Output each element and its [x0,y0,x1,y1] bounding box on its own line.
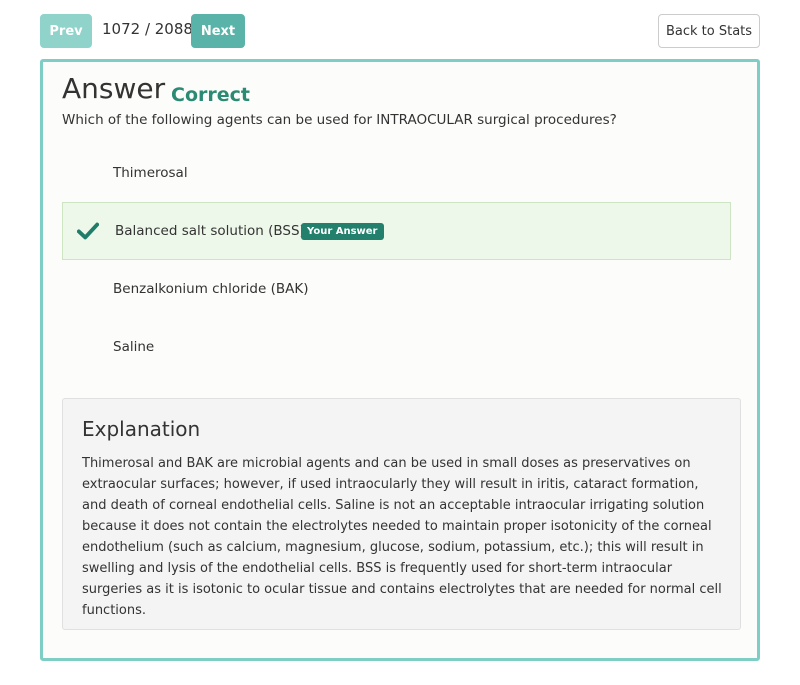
choice-item: Thimerosal [62,144,731,202]
question-text: Which of the following agents can be use… [62,112,617,128]
explanation-heading: Explanation [82,417,201,441]
choice-label: Thimerosal [113,165,188,181]
answer-panel: Answer Correct Which of the following ag… [40,59,760,661]
question-counter: 1072 / 2088 [102,20,193,38]
back-to-stats-button[interactable]: Back to Stats [658,14,760,48]
checkmark-icon [77,222,99,240]
answer-heading: Answer [62,72,166,105]
your-answer-badge: Your Answer [301,222,384,240]
next-button[interactable]: Next [191,14,245,48]
choice-item: Benzalkonium chloride (BAK) [62,260,731,318]
explanation-box: Explanation Thimerosal and BAK are micro… [62,398,741,630]
explanation-text: Thimerosal and BAK are microbial agents … [82,456,722,618]
question-navigation-bar: Prev 1072 / 2088 Next Back to Stats [0,0,800,60]
result-status: Correct [171,84,250,106]
choice-label: Balanced salt solution (BSS) [115,223,305,239]
prev-button[interactable]: Prev [40,14,92,48]
choice-label: Benzalkonium chloride (BAK) [113,281,309,297]
choice-item: Saline [62,318,731,376]
choice-label: Saline [113,339,155,355]
choice-item-selected: Balanced salt solution (BSS) Your Answer [62,202,731,260]
